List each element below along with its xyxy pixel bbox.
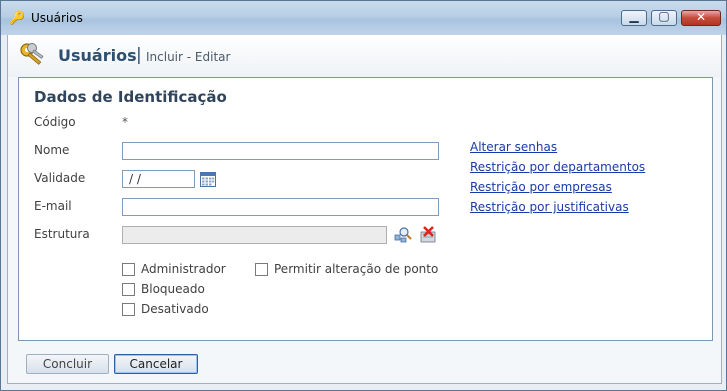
estrutura-label: Estrutura xyxy=(34,227,90,241)
calendar-icon[interactable] xyxy=(200,172,216,187)
close-button[interactable]: ✕ xyxy=(681,10,721,26)
page-header: Usuários | Incluir - Editar xyxy=(8,35,721,77)
maximize-button[interactable]: ▢ xyxy=(651,9,677,26)
nome-input[interactable] xyxy=(122,142,439,160)
permitir-alteracao-label: Permitir alteração de ponto xyxy=(274,262,439,276)
codigo-label: Código xyxy=(34,115,76,129)
maximize-icon: ▢ xyxy=(658,9,670,23)
minimize-button[interactable]: ▁ xyxy=(621,9,647,26)
checkbox-box[interactable] xyxy=(255,262,268,276)
desativado-label: Desativado xyxy=(141,302,209,316)
page-subtitle: Incluir - Editar xyxy=(146,50,231,64)
search-structure-icon[interactable] xyxy=(394,226,412,244)
minimize-icon: ▁ xyxy=(629,9,639,23)
clear-structure-icon[interactable] xyxy=(419,226,437,244)
keys-icon xyxy=(20,43,44,65)
email-label: E-mail xyxy=(34,199,72,213)
window-title: Usuários xyxy=(31,11,83,25)
desativado-checkbox[interactable]: Desativado xyxy=(122,302,209,316)
cancelar-button[interactable]: Cancelar xyxy=(114,354,198,374)
email-input[interactable] xyxy=(122,198,439,216)
validade-input[interactable]: / / xyxy=(122,170,195,188)
checkbox-box[interactable] xyxy=(122,302,135,316)
bloqueado-checkbox[interactable]: Bloqueado xyxy=(122,282,205,296)
alterar-senhas-link[interactable]: Alterar senhas xyxy=(470,140,557,154)
checkbox-box[interactable] xyxy=(122,282,135,296)
restricao-justificativas-link[interactable]: Restrição por justificativas xyxy=(470,200,629,214)
codigo-value: * xyxy=(122,115,128,129)
dialog-client: Usuários | Incluir - Editar Dados de Ide… xyxy=(7,35,722,384)
concluir-button[interactable]: Concluir xyxy=(26,354,109,374)
estrutura-input xyxy=(122,226,387,244)
close-icon: ✕ xyxy=(695,10,707,24)
title-separator: | xyxy=(136,45,142,65)
nome-label: Nome xyxy=(34,143,70,157)
users-window: 🔑 Usuários ▁ ▢ ✕ Usuários | Incluir - Ed… xyxy=(0,0,727,391)
section-title: Dados de Identificação xyxy=(34,88,227,106)
administrador-checkbox[interactable]: Administrador xyxy=(122,262,226,276)
checkbox-box[interactable] xyxy=(122,262,135,276)
title-bar[interactable]: 🔑 Usuários ▁ ▢ ✕ xyxy=(1,1,726,35)
keys-icon: 🔑 xyxy=(9,11,26,26)
restricao-empresas-link[interactable]: Restrição por empresas xyxy=(470,180,612,194)
permitir-alteracao-checkbox[interactable]: Permitir alteração de ponto xyxy=(255,262,438,276)
page-title: Usuários xyxy=(58,46,137,65)
validade-label: Validade xyxy=(34,171,86,185)
bloqueado-label: Bloqueado xyxy=(141,282,205,296)
identification-panel: Dados de Identificação Código * Nome Val… xyxy=(18,77,713,341)
administrador-label: Administrador xyxy=(141,262,226,276)
restricao-departamentos-link[interactable]: Restrição por departamentos xyxy=(470,160,645,174)
